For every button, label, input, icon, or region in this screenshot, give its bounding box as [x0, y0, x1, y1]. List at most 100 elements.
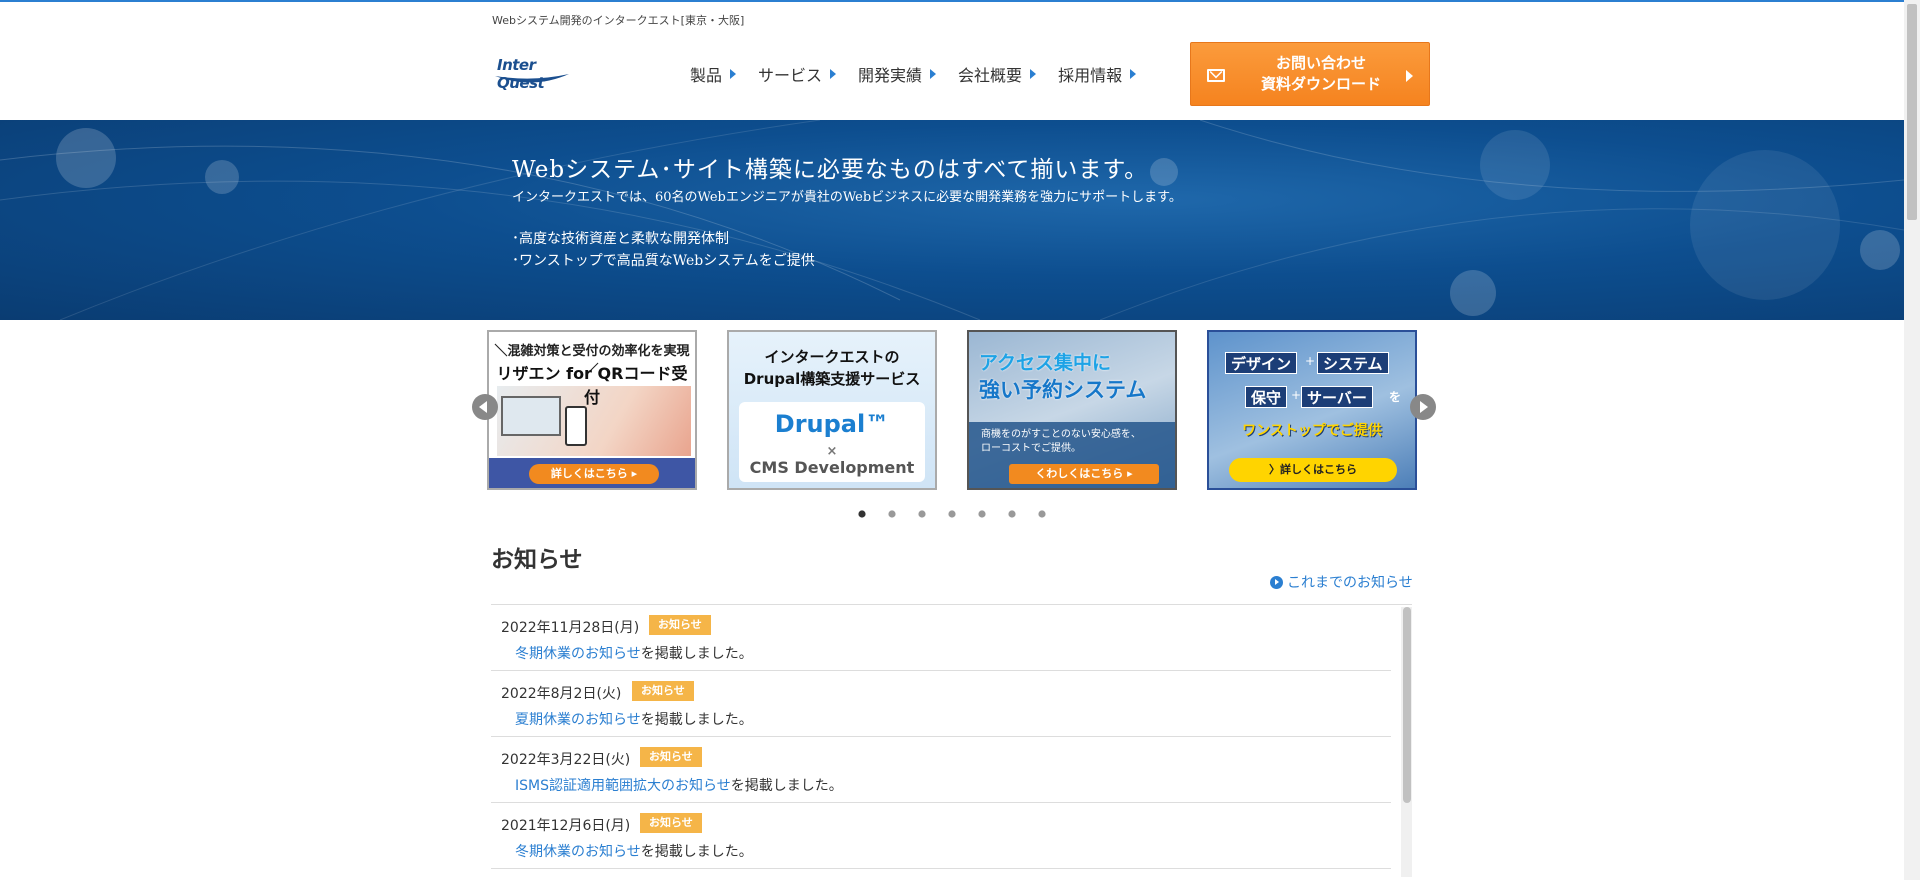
nav-item-company[interactable]: 会社概要	[958, 62, 1037, 86]
news-link[interactable]: 冬期休業のお知らせ	[515, 844, 641, 860]
news-scrollbar-thumb[interactable]	[1403, 607, 1411, 803]
bokeh-light	[56, 128, 116, 188]
all-news-link[interactable]: これまでのお知らせ	[1270, 572, 1413, 592]
banner-title: 強い予約システム	[979, 378, 1147, 402]
carousel-next-icon[interactable]	[1410, 394, 1436, 420]
carousel-dot[interactable]	[858, 510, 866, 518]
banner-detail-button[interactable]: くわしくはこちら ▸	[1009, 464, 1159, 484]
site-tagline: Webシステム開発のインタークエスト[東京・大阪]	[492, 14, 745, 27]
nav-item-services[interactable]: サービス	[758, 62, 837, 86]
carousel-dot[interactable]	[948, 510, 956, 518]
carousel-dot[interactable]	[1038, 510, 1046, 518]
banner-title: リザエン for QRコード受付	[496, 364, 688, 407]
hero-banner: Webシステム･サイト構築に必要なものはすべて揃います。 インタークエストでは、…	[0, 120, 1904, 320]
banner-qr-reception[interactable]: ＼混雑対策と受付の効率化を実現／ リザエン for QRコード受付 詳しくはこち…	[487, 330, 697, 490]
bokeh-light	[1480, 130, 1550, 200]
system-tag: システム	[1317, 352, 1389, 374]
banner-catch: インタークエストの	[764, 348, 900, 366]
caret-right-icon	[1130, 69, 1137, 79]
nav-label: 会社概要	[958, 66, 1023, 85]
carousel-pagination	[856, 508, 1048, 520]
news-suffix: を掲載しました。	[730, 778, 843, 794]
news-item: 2021年12月6日(月) お知らせ 冬期休業のお知らせを掲載しました。	[491, 803, 1391, 869]
server-tag: サーバー	[1301, 386, 1373, 408]
design-tag: デザイン	[1225, 352, 1298, 374]
news-link[interactable]: ISMS認証適用範囲拡大のお知らせ	[515, 778, 731, 794]
news-suffix: を掲載しました。	[640, 646, 753, 662]
cms-development-label: CMS Development	[749, 458, 915, 477]
site-header: Webシステム開発のインタークエスト[東京・大阪] Inter Quest 製品…	[0, 2, 1904, 120]
banner-desc-line: ローコストでご提供。	[981, 443, 1081, 454]
news-badge: お知らせ	[649, 615, 711, 635]
news-item: 2022年3月22日(火) お知らせ ISMS認証適用範囲拡大のお知らせを掲載し…	[491, 737, 1391, 803]
contact-download-button[interactable]: お問い合わせ 資料ダウンロード	[1190, 42, 1430, 106]
bokeh-light	[205, 160, 239, 194]
arrow-right-icon	[1406, 70, 1413, 82]
banner-description: 商機をのがすことのない安心感を、 ローコストでご提供。	[981, 428, 1141, 456]
news-badge: お知らせ	[640, 813, 702, 833]
banner-reservation-system[interactable]: アクセス集中に 強い予約システム 商機をのがすことのない安心感を、 ローコストで…	[967, 330, 1177, 490]
nav-item-works[interactable]: 開発実績	[858, 62, 937, 86]
page-scrollbar[interactable]	[1904, 0, 1920, 880]
cross-mark: ×	[826, 444, 838, 459]
news-item: 2022年8月2日(火) お知らせ 夏期休業のお知らせを掲載しました。	[491, 671, 1391, 737]
global-nav: 製品 サービス 開発実績 会社概要 採用情報	[690, 62, 1137, 86]
news-badge: お知らせ	[640, 747, 702, 767]
news-scrollbar[interactable]	[1401, 607, 1412, 877]
drupal-panel: Drupal™ × CMS Development	[739, 402, 925, 482]
nav-label: サービス	[758, 66, 823, 85]
carousel-dot[interactable]	[1008, 510, 1016, 518]
plus-mark: +	[1305, 354, 1316, 368]
nav-item-products[interactable]: 製品	[690, 62, 737, 86]
news-badge: お知らせ	[632, 681, 694, 701]
carousel-dot[interactable]	[888, 510, 896, 518]
mail-icon	[1207, 69, 1225, 82]
news-text: ISMS認証適用範囲拡大のお知らせを掲載しました。	[515, 775, 843, 795]
carousel-prev-icon[interactable]	[472, 394, 498, 420]
nav-item-recruit[interactable]: 採用情報	[1058, 62, 1137, 86]
nav-label: 採用情報	[1058, 66, 1123, 85]
caret-right-icon	[830, 69, 837, 79]
news-text: 冬期休業のお知らせを掲載しました。	[515, 643, 753, 663]
news-date: 2022年8月2日(火)	[501, 686, 622, 702]
bokeh-light	[1860, 230, 1900, 270]
plus-mark: +	[1291, 388, 1302, 402]
page-scrollbar-thumb[interactable]	[1907, 4, 1917, 220]
bokeh-light	[1690, 150, 1840, 300]
contact-line-1: お問い合わせ	[1275, 54, 1366, 72]
news-date: 2022年11月28日(月)	[501, 620, 640, 636]
news-suffix: を掲載しました。	[640, 712, 753, 728]
phone-illustration	[565, 406, 587, 446]
maintenance-tag: 保守	[1245, 386, 1288, 408]
caret-right-icon	[730, 69, 737, 79]
banner-drupal[interactable]: インタークエストの Drupal構築支援サービス Drupal™ × CMS D…	[727, 330, 937, 490]
carousel-dot[interactable]	[978, 510, 986, 518]
interquest-logo[interactable]: Inter Quest	[493, 54, 573, 92]
banner-title: Drupal構築支援サービス	[743, 370, 921, 388]
bokeh-light	[1150, 158, 1178, 186]
news-date: 2021年12月6日(月)	[501, 818, 631, 834]
all-news-label: これまでのお知らせ	[1287, 575, 1413, 591]
banner-desc-line: 商機をのがすことのない安心感を、	[981, 429, 1141, 440]
news-text: 冬期休業のお知らせを掲載しました。	[515, 841, 753, 861]
hero-bullet: ･ワンストップで高品質なWebシステムをご提供	[512, 253, 815, 269]
news-link[interactable]: 夏期休業のお知らせ	[515, 712, 641, 728]
nav-label: 開発実績	[858, 66, 923, 85]
news-text: 夏期休業のお知らせを掲載しました。	[515, 709, 753, 729]
banner-detail-button[interactable]: 詳しくはこちら ▸	[529, 464, 659, 484]
news-link[interactable]: 冬期休業のお知らせ	[515, 646, 641, 662]
contact-line-2: 資料ダウンロード	[1260, 75, 1381, 93]
banner-catch: アクセス集中に	[979, 352, 1112, 374]
hero-subtitle: インタークエストでは、60名のWebエンジニアが貴社のWebビジネスに必要な開発…	[512, 190, 1182, 205]
drupal-wordmark: Drupal™	[774, 410, 890, 438]
banner-title: ワンストップでご提供	[1242, 423, 1382, 439]
carousel-dot[interactable]	[918, 510, 926, 518]
contact-button-label: お問い合わせ 資料ダウンロード	[1241, 53, 1401, 95]
banner-one-stop[interactable]: デザイン + システム 保守 + サーバー を ワンストップでご提供 〉詳しくは…	[1207, 330, 1417, 490]
news-heading: お知らせ	[491, 547, 583, 573]
news-list[interactable]: 2022年11月28日(月) お知らせ 冬期休業のお知らせを掲載しました。 20…	[491, 604, 1412, 880]
circle-arrow-icon	[1270, 575, 1283, 589]
banner-detail-button[interactable]: 〉詳しくはこちら	[1229, 458, 1397, 482]
caret-right-icon	[1030, 69, 1037, 79]
bokeh-light	[1450, 270, 1496, 316]
